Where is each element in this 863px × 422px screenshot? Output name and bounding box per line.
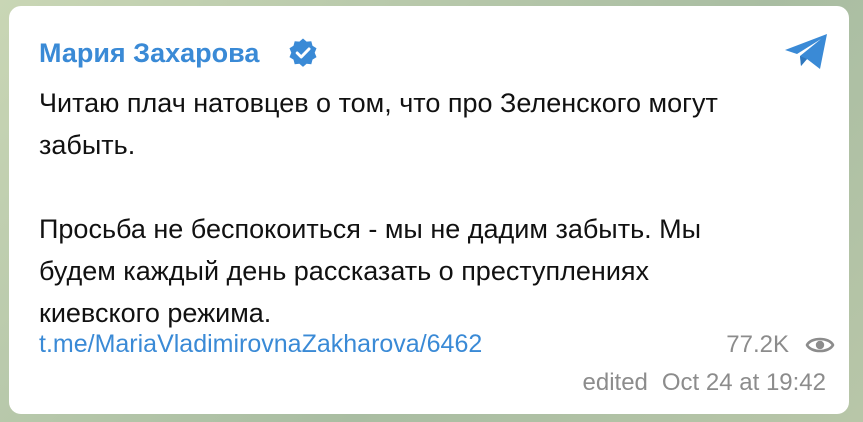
message-text: Читаю плач натовцев о том, что про Зелен… <box>39 82 829 334</box>
channel-name[interactable]: Мария Захарова <box>39 36 259 70</box>
edited-label: edited <box>582 369 648 396</box>
telegram-send-icon[interactable] <box>783 32 829 72</box>
message-paragraph: Просьба не беспокоиться - мы не дадим за… <box>39 214 702 328</box>
view-count: 77.2K <box>726 331 789 358</box>
message-meta: edited Oct 24 at 19:42 <box>583 367 827 399</box>
message-paragraph: Читаю плач натовцев о том, что про Зелен… <box>39 88 718 160</box>
verified-badge-icon <box>289 38 317 67</box>
post-link[interactable]: t.me/MariaVladimirovnaZakharova/6462 <box>39 327 482 361</box>
timestamp: Oct 24 at 19:42 <box>661 369 826 396</box>
eye-icon <box>805 337 835 353</box>
message-bubble: Мария Захарова Читаю плач натовцев о том… <box>9 6 849 414</box>
